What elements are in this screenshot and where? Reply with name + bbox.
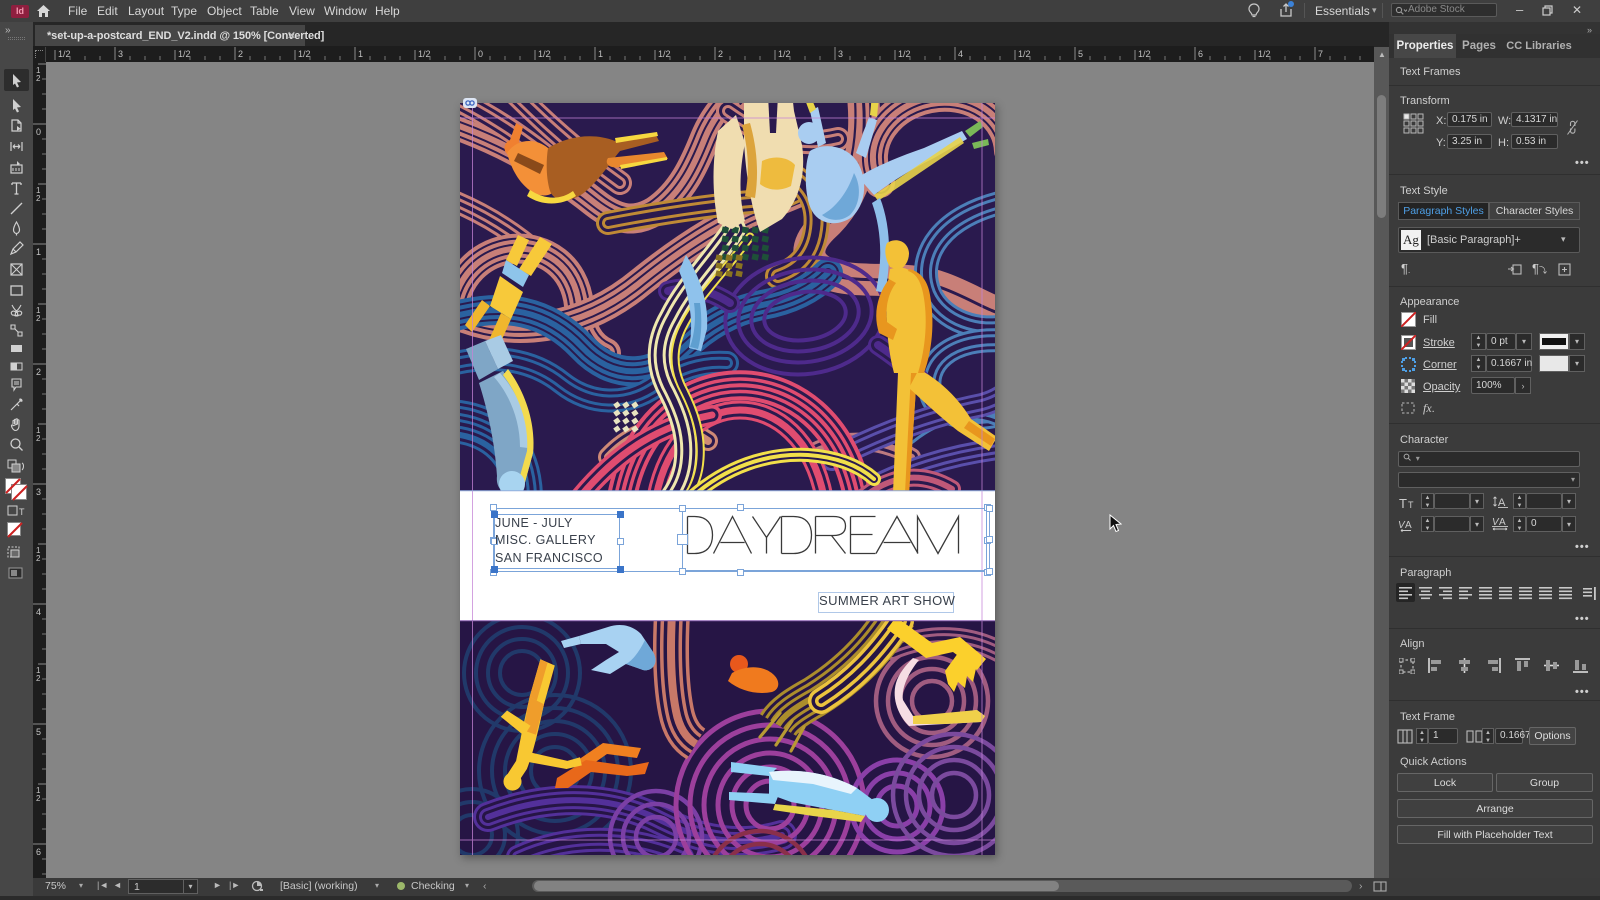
svg-text:A: A [1405, 520, 1412, 531]
svg-text:6: 6 [1198, 49, 1203, 59]
svg-text:2: 2 [238, 49, 243, 59]
svg-text:2: 2 [36, 314, 41, 323]
svg-text:1/2: 1/2 [778, 49, 791, 59]
svg-text:3: 3 [118, 49, 123, 59]
svg-text:T: T [1399, 496, 1407, 509]
svg-text:2: 2 [36, 554, 41, 563]
svg-text:3: 3 [36, 487, 41, 497]
svg-text:1/2: 1/2 [1258, 49, 1271, 59]
svg-text:4: 4 [958, 49, 963, 59]
svg-text:1/2: 1/2 [418, 49, 431, 59]
svg-text:5: 5 [36, 727, 41, 737]
svg-text:4: 4 [36, 607, 41, 617]
svg-text:0: 0 [36, 127, 41, 137]
svg-text:2: 2 [36, 434, 41, 443]
svg-text:1/2: 1/2 [538, 49, 551, 59]
svg-text:1/2: 1/2 [898, 49, 911, 59]
svg-text:1/2: 1/2 [1138, 49, 1151, 59]
svg-text:1/2: 1/2 [298, 49, 311, 59]
svg-text:1/2: 1/2 [58, 49, 71, 59]
svg-text:2: 2 [36, 194, 41, 203]
svg-text:T: T [19, 507, 25, 517]
svg-text:T: T [1408, 500, 1414, 509]
svg-text:5: 5 [1078, 49, 1083, 59]
svg-text:1: 1 [358, 49, 363, 59]
svg-text:2: 2 [36, 794, 41, 803]
svg-text:A: A [1498, 497, 1506, 508]
svg-text:0: 0 [478, 49, 483, 59]
svg-text:1: 1 [598, 49, 603, 59]
svg-text:7: 7 [1318, 49, 1323, 59]
svg-text:2: 2 [36, 674, 41, 683]
svg-text:3: 3 [838, 49, 843, 59]
svg-text:2: 2 [718, 49, 723, 59]
svg-text:1: 1 [36, 247, 41, 257]
svg-text:2: 2 [36, 74, 41, 83]
svg-text:6: 6 [36, 847, 41, 857]
svg-text:2: 2 [36, 367, 41, 377]
svg-text:1/2: 1/2 [178, 49, 191, 59]
svg-text:1/2: 1/2 [1018, 49, 1031, 59]
svg-text:1/2: 1/2 [658, 49, 671, 59]
